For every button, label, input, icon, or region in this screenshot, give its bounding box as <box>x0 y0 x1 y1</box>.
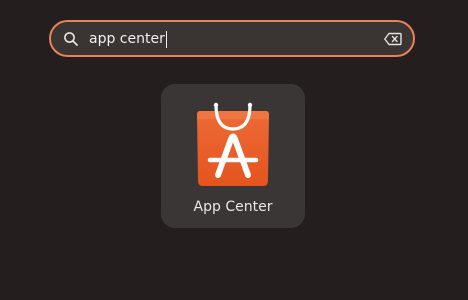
search-query[interactable]: app center <box>89 30 165 48</box>
app-grid-overlay: app center App Center <box>0 0 468 300</box>
clear-search-icon[interactable] <box>384 32 402 46</box>
search-icon <box>64 32 78 46</box>
search-input[interactable]: app center <box>49 20 415 57</box>
search-query-wrapper[interactable]: app center <box>89 30 168 48</box>
app-center-shopping-bag-icon <box>197 102 269 186</box>
app-result-app-center[interactable]: App Center <box>161 84 305 228</box>
app-label: App Center <box>193 199 273 215</box>
text-caret <box>165 30 168 48</box>
